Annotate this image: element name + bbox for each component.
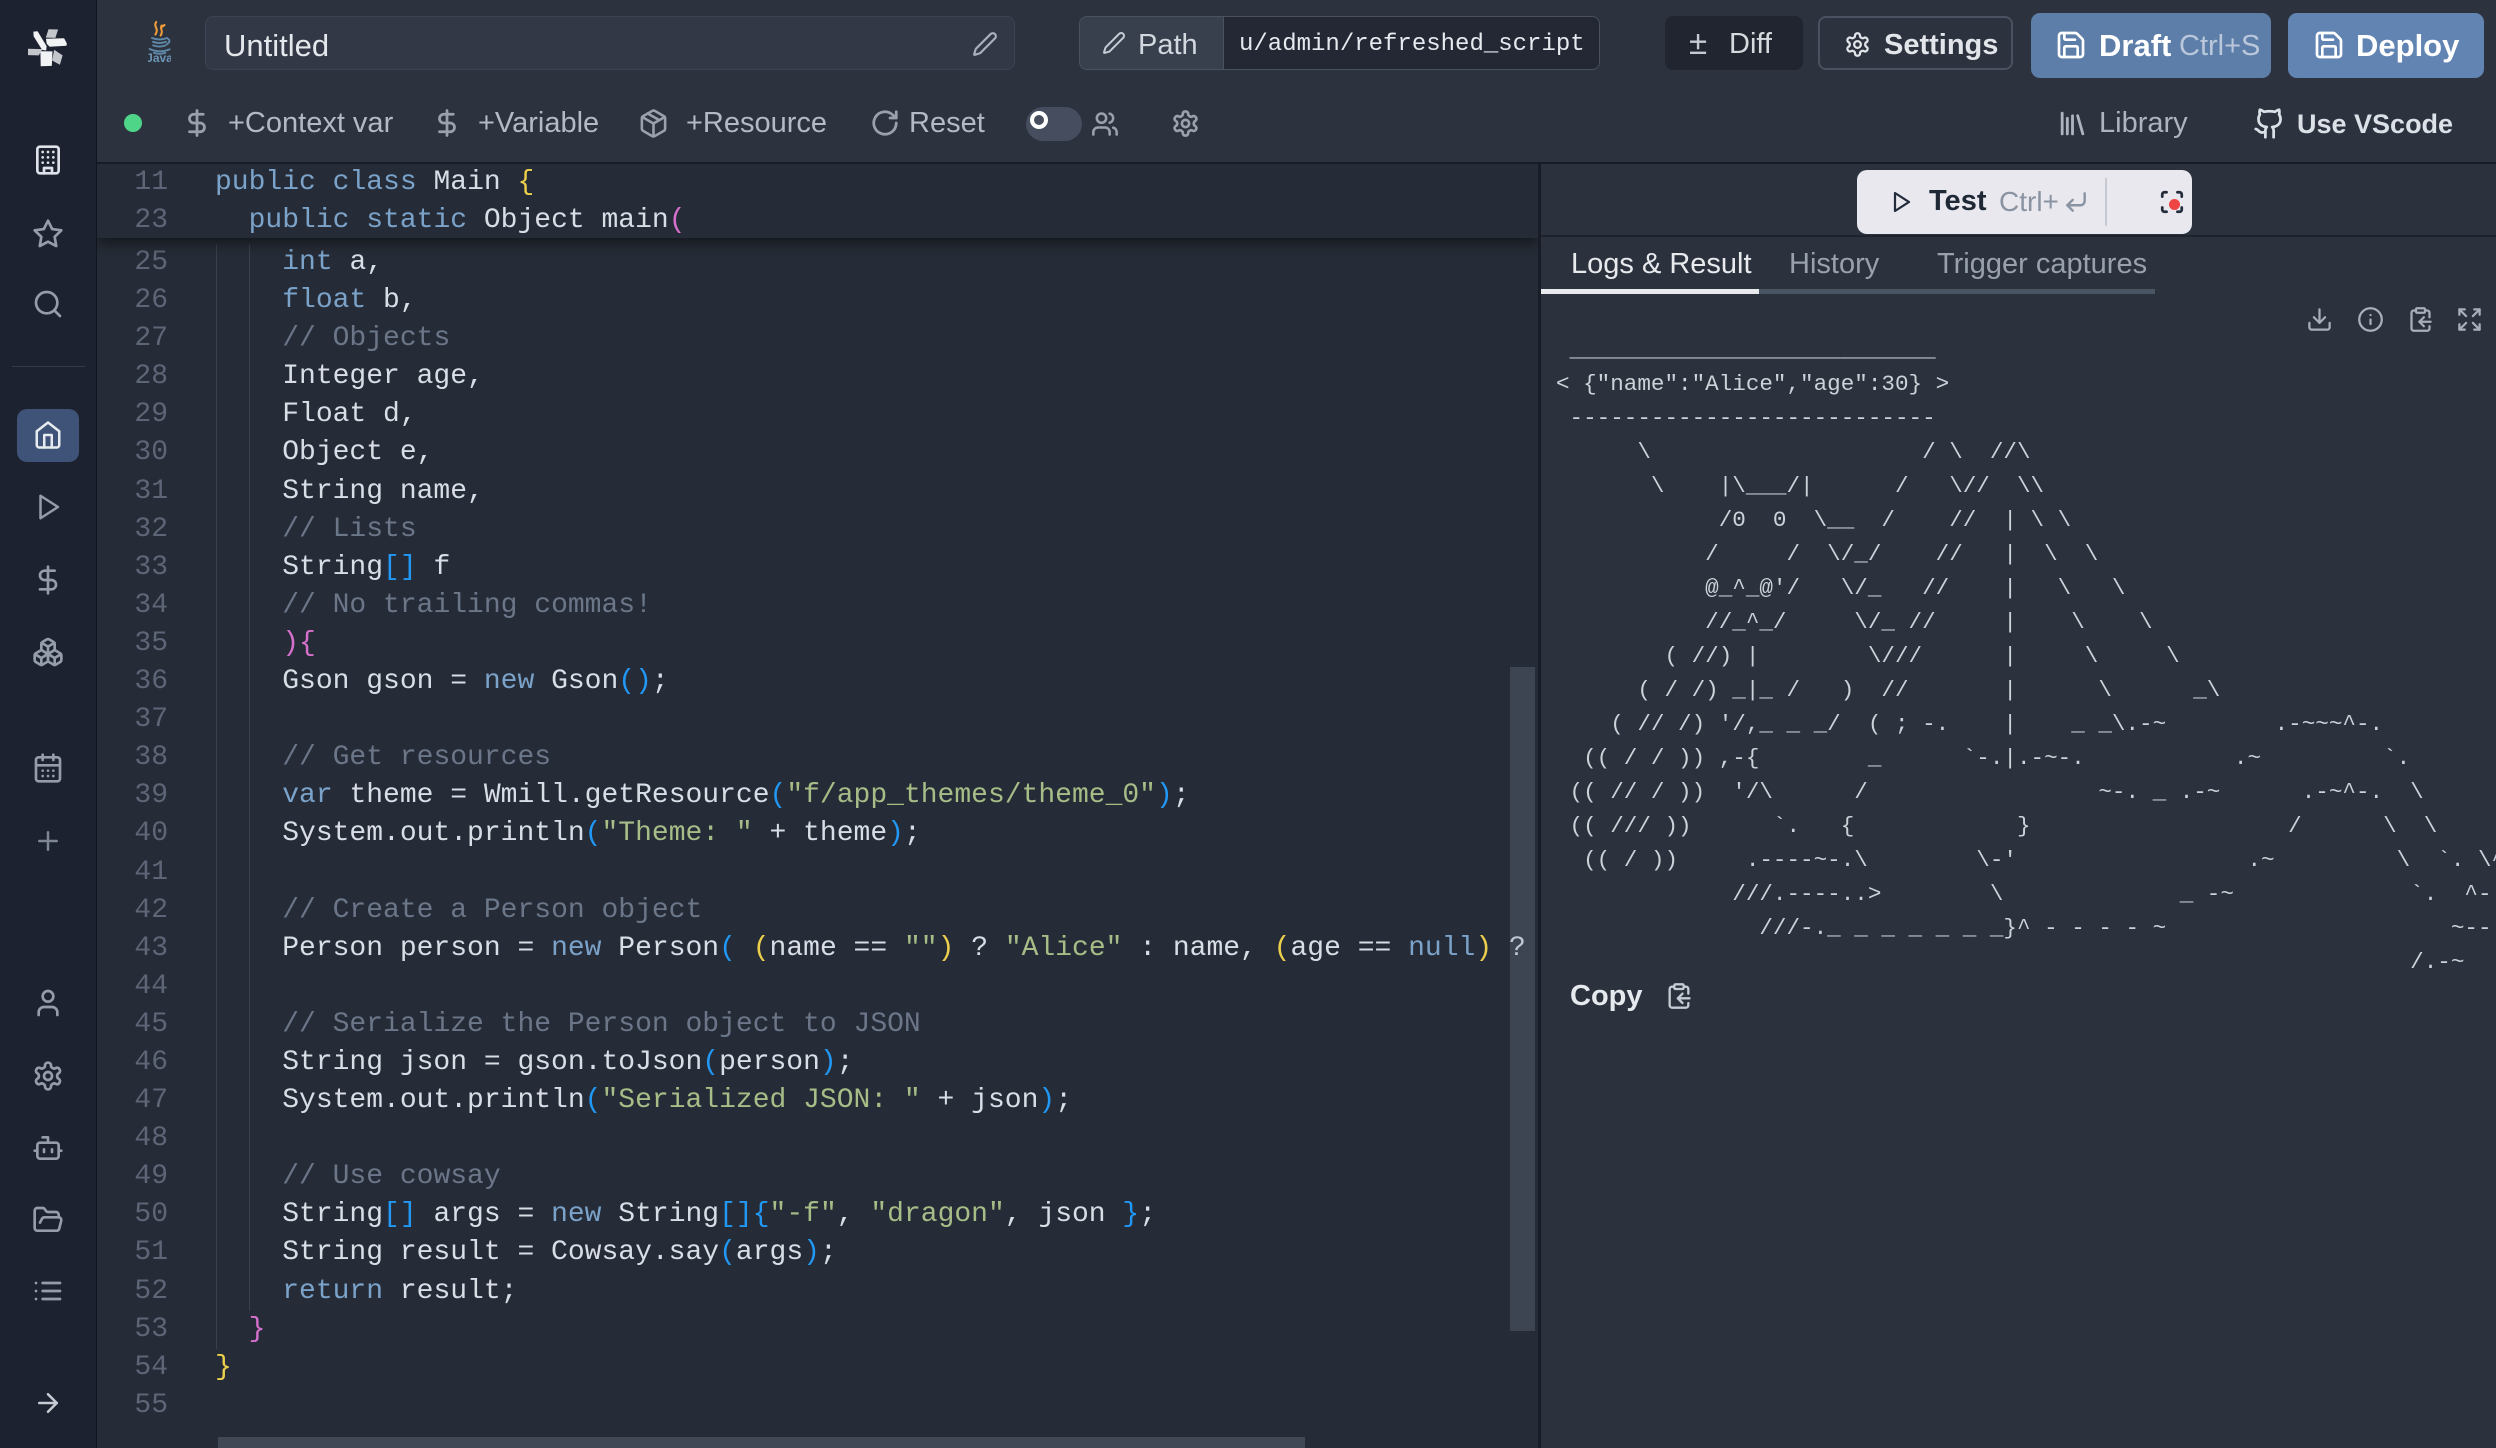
svg-text:Java: Java — [148, 51, 171, 64]
